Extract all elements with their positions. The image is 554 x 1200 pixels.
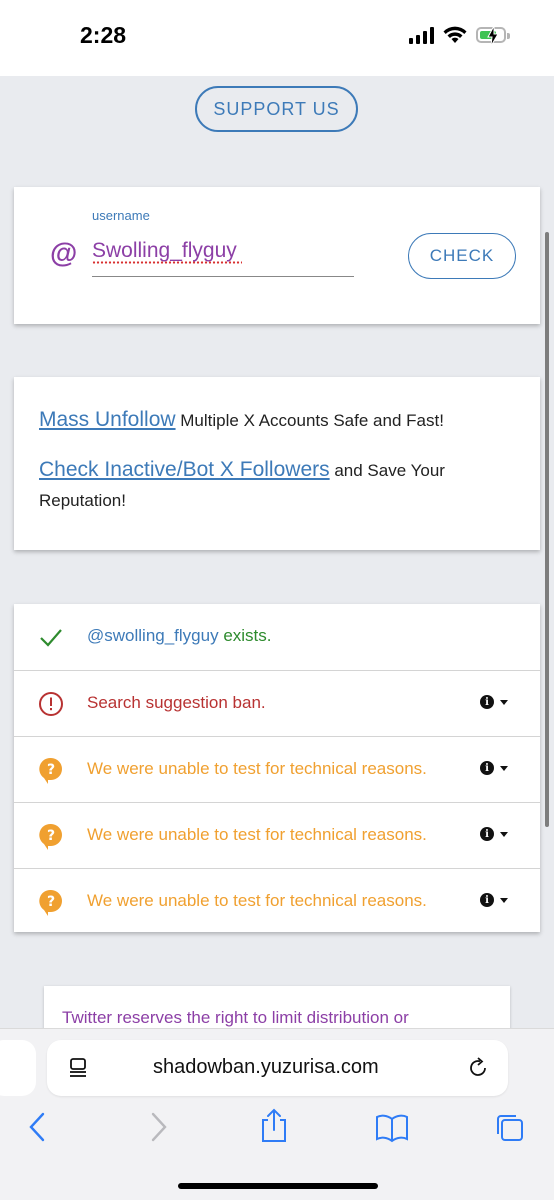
promo-line-2: Check Inactive/Bot X Followers and Save …: [39, 455, 516, 516]
search-ban-text: Search suggestion ban.: [87, 693, 266, 712]
bookmarks-icon[interactable]: [374, 1113, 410, 1143]
forward-icon[interactable]: [146, 1110, 170, 1144]
question-bubble-icon: ?: [39, 823, 62, 850]
promo-text-1: Multiple X Accounts Safe and Fast!: [175, 411, 444, 430]
search-ban-info-toggle[interactable]: i: [480, 695, 508, 709]
svg-text:?: ?: [47, 894, 55, 910]
unable-info-toggle[interactable]: i: [480, 893, 508, 907]
address-bar[interactable]: shadowban.yuzurisa.com: [47, 1040, 508, 1096]
unable-text: We were unable to test for technical rea…: [87, 891, 427, 910]
notice-text: Twitter reserves the right to limit dist…: [62, 1008, 409, 1027]
username-card: username @ Swolling_flyguy CHECK: [14, 187, 540, 324]
username-value: Swolling_flyguy: [92, 239, 237, 262]
unable-text: We were unable to test for technical rea…: [87, 825, 427, 844]
results-card: @swolling_flyguy exists. Search suggesti…: [14, 604, 540, 932]
page-menu-icon[interactable]: [67, 1057, 89, 1079]
caret-down-icon: [500, 699, 508, 705]
question-bubble-icon: ?: [39, 889, 62, 916]
promo-card: Mass Unfollow Multiple X Accounts Safe a…: [14, 377, 540, 550]
info-icon: i: [480, 695, 494, 709]
check-inactive-followers-link[interactable]: Check Inactive/Bot X Followers: [39, 458, 330, 481]
result-row-unable-2[interactable]: ? We were unable to test for technical r…: [14, 802, 540, 868]
battery-icon: [476, 26, 510, 46]
result-row-exists: @swolling_flyguy exists.: [14, 604, 540, 670]
username-input[interactable]: Swolling_flyguy: [92, 235, 354, 277]
caret-down-icon: [500, 897, 508, 903]
scrollbar[interactable]: [545, 232, 549, 827]
promo-line-1: Mass Unfollow Multiple X Accounts Safe a…: [39, 405, 516, 436]
result-row-unable-1[interactable]: ? We were unable to test for technical r…: [14, 736, 540, 802]
tabs-icon[interactable]: [494, 1112, 526, 1144]
unable-info-toggle[interactable]: i: [480, 827, 508, 841]
caret-down-icon: [500, 765, 508, 771]
exists-handle: @swolling_flyguy: [87, 626, 219, 645]
unable-info-toggle[interactable]: i: [480, 761, 508, 775]
info-icon: i: [480, 761, 494, 775]
url-text: shadowban.yuzurisa.com: [153, 1056, 379, 1078]
reload-icon[interactable]: [467, 1057, 489, 1079]
question-bubble-icon: ?: [39, 757, 62, 784]
wifi-icon: [443, 26, 467, 43]
support-us-button[interactable]: SUPPORT US: [195, 86, 358, 132]
share-icon[interactable]: [258, 1108, 290, 1144]
result-row-unable-3[interactable]: ? We were unable to test for technical r…: [14, 868, 540, 934]
unable-text: We were unable to test for technical rea…: [87, 759, 427, 778]
exists-text: @swolling_flyguy exists.: [87, 626, 272, 646]
previous-tab-peek[interactable]: [0, 1040, 36, 1096]
svg-text:?: ?: [47, 762, 55, 778]
status-time: 2:28: [80, 22, 127, 48]
spellcheck-underline: [92, 261, 242, 264]
checkmark-icon: [40, 629, 62, 647]
home-indicator[interactable]: [178, 1183, 378, 1189]
alert-circle-icon: [39, 692, 63, 716]
back-icon[interactable]: [26, 1110, 50, 1144]
info-icon: i: [480, 827, 494, 841]
status-bar: 2:28: [0, 0, 554, 76]
exists-suffix: exists.: [218, 626, 272, 645]
result-row-search-ban[interactable]: Search suggestion ban. i: [14, 670, 540, 736]
username-label: username: [92, 208, 150, 223]
at-icon: @: [50, 237, 78, 268]
info-icon: i: [480, 893, 494, 907]
status-icons: [409, 26, 510, 46]
check-button[interactable]: CHECK: [408, 233, 516, 279]
cellular-signal-icon: [409, 26, 434, 44]
caret-down-icon: [500, 831, 508, 837]
mass-unfollow-link[interactable]: Mass Unfollow: [39, 408, 176, 431]
svg-text:?: ?: [47, 828, 55, 844]
